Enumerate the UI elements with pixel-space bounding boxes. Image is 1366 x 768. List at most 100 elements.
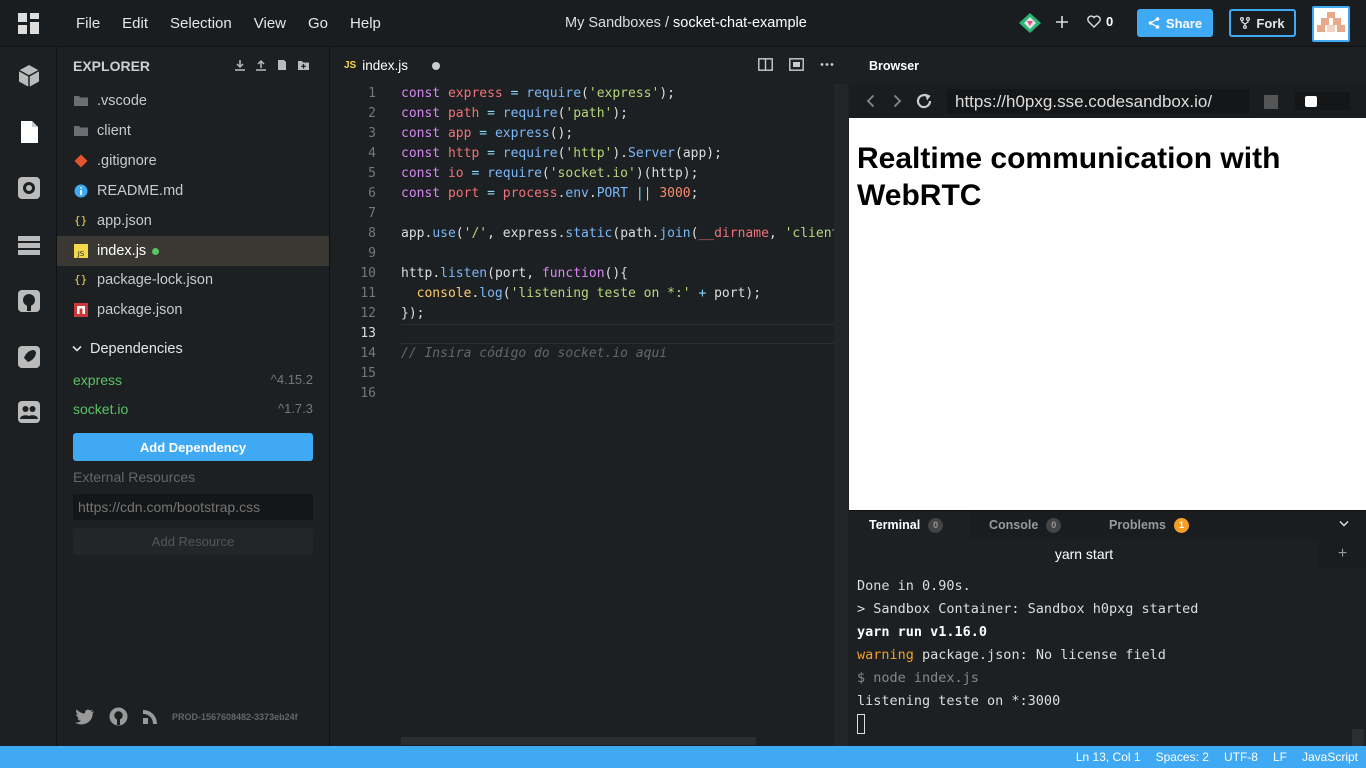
share-button[interactable]: Share [1137,9,1213,37]
terminal-panel: Terminal 0 Console 0 Problems 1 yarn start … [849,510,1366,747]
back-icon[interactable] [866,94,876,108]
file-item-readme[interactable]: README.md [57,176,329,206]
file-item-vscode[interactable]: .vscode [57,86,329,116]
forward-icon[interactable] [892,94,902,108]
cursor-position[interactable]: Ln 13, Col 1 [1076,750,1141,764]
code-line[interactable] [401,384,849,404]
code-line[interactable]: app.use('/', express.static(path.join(__… [401,224,849,244]
editor-scrollbar[interactable] [834,84,848,746]
tab-console[interactable]: Console 0 [969,511,1089,539]
twitter-icon[interactable] [75,709,95,725]
user-avatar[interactable] [1312,6,1350,42]
menu-help[interactable]: Help [350,15,381,32]
sandbox-name[interactable]: socket-chat-example [673,15,807,31]
code-line[interactable]: const express = require('express'); [401,84,849,104]
code-line[interactable] [401,324,849,344]
code-line[interactable]: http.listen(port, function(){ [401,264,849,284]
fork-button[interactable]: Fork [1229,9,1296,37]
code-line[interactable]: const port = process.env.PORT || 3000; [401,184,849,204]
encoding[interactable]: UTF-8 [1224,750,1258,764]
upload-icon[interactable] [255,59,267,71]
chevron-down-icon[interactable] [1339,520,1349,528]
indentation[interactable]: Spaces: 2 [1156,750,1209,764]
team-icon[interactable] [16,399,42,425]
terminal-output[interactable]: Done in 0.90s. > Sandbox Container: Sand… [857,575,1198,736]
code-line[interactable]: // Insira código do socket.io aqui [401,344,849,364]
tab-browser[interactable]: Browser [849,47,929,84]
terminal-scrollbar[interactable] [1352,729,1364,747]
tab-problems[interactable]: Problems 1 [1089,511,1209,539]
terminal-cursor-line [857,713,1198,736]
code-line[interactable]: console.log('listening teste on *:' + po… [401,284,849,304]
menu-view[interactable]: View [254,15,286,32]
line-number: 12 [360,306,376,321]
file-name: .vscode [97,93,147,109]
open-new-window-icon[interactable] [1263,94,1279,110]
line-ending[interactable]: LF [1273,750,1287,764]
github-icon[interactable] [109,707,128,726]
unsaved-dot[interactable] [432,62,440,70]
dependencies-header[interactable]: Dependencies [72,341,183,357]
file-item-package-json[interactable]: package.json [57,295,329,325]
file-item-client[interactable]: client [57,116,329,146]
tab-index-js[interactable]: JS index.js [330,47,450,84]
explorer-title: EXPLORER [73,58,151,74]
add-dependency-button[interactable]: Add Dependency [73,433,313,461]
rocket-icon[interactable] [16,344,42,370]
new-folder-icon[interactable] [297,59,310,71]
tab-terminal[interactable]: Terminal 0 [849,511,969,539]
like-button[interactable]: 0 [1087,14,1113,29]
code-area[interactable]: const express = require('express'); const… [401,84,849,404]
code-line[interactable]: const app = express(); [401,124,849,144]
address-bar[interactable]: https://h0pxg.sse.codesandbox.io/ [947,89,1249,114]
menu-selection[interactable]: Selection [170,15,232,32]
spectrum-icon[interactable] [142,709,158,725]
gear-icon[interactable] [16,175,42,201]
file-item-package-lock[interactable]: {} package-lock.json [57,265,329,295]
code-line[interactable]: const path = require('path'); [401,104,849,124]
file-name: index.js [97,243,147,259]
menu-file[interactable]: File [76,15,100,32]
plus-icon[interactable] [1056,16,1068,28]
terminal-tabs: Terminal 0 Console 0 Problems 1 [849,511,1366,539]
download-icon[interactable] [234,59,246,71]
folder-icon [74,96,88,106]
cube-icon[interactable] [16,63,42,89]
new-terminal-button[interactable]: + [1319,539,1366,568]
editor-horizontal-scrollbar[interactable] [401,737,756,745]
menu-edit[interactable]: Edit [122,15,148,32]
server-icon[interactable] [16,233,42,259]
codesandbox-logo-icon[interactable] [18,13,39,34]
device-toggle[interactable] [1295,92,1350,110]
code-editor: JS index.js 1 2 3 4 5 6 7 8 9 10 11 12 13 14 15 16 const… [330,47,849,746]
tab-label: index.js [362,58,409,73]
code-line[interactable] [401,364,849,384]
code-line[interactable] [401,244,849,264]
file-icon[interactable] [16,119,42,145]
dependency-item[interactable]: socket.io ^1.7.3 [73,401,313,417]
add-resource-button[interactable]: Add Resource [73,528,313,555]
external-resource-input[interactable] [73,494,313,520]
menu-go[interactable]: Go [308,15,328,32]
code-line[interactable]: const http = require('http').Server(app)… [401,144,849,164]
deploy-icon[interactable] [1018,12,1042,34]
refresh-icon[interactable] [915,92,933,110]
file-item-app-json[interactable]: {} app.json [57,206,329,236]
github-icon[interactable] [16,288,42,314]
code-line[interactable] [401,204,849,224]
language-mode[interactable]: JavaScript [1302,750,1358,764]
terminal-subtab-yarn-start[interactable]: yarn start [849,539,1319,568]
split-editor-icon[interactable] [758,58,773,71]
code-line[interactable]: }); [401,304,849,324]
new-file-icon[interactable] [276,59,288,71]
preview-icon[interactable] [789,58,804,71]
file-name: README.md [97,183,184,199]
more-icon[interactable] [820,58,834,71]
activity-bar [0,47,57,746]
title-prefix[interactable]: My Sandboxes / [565,15,669,31]
file-item-gitignore[interactable]: .gitignore [57,146,329,176]
file-item-index-js[interactable]: JS index.js [57,236,329,266]
code-line[interactable]: const io = require('socket.io')(http); [401,164,849,184]
dependency-version: ^4.15.2 [270,372,313,387]
dependency-item[interactable]: express ^4.15.2 [73,372,313,388]
